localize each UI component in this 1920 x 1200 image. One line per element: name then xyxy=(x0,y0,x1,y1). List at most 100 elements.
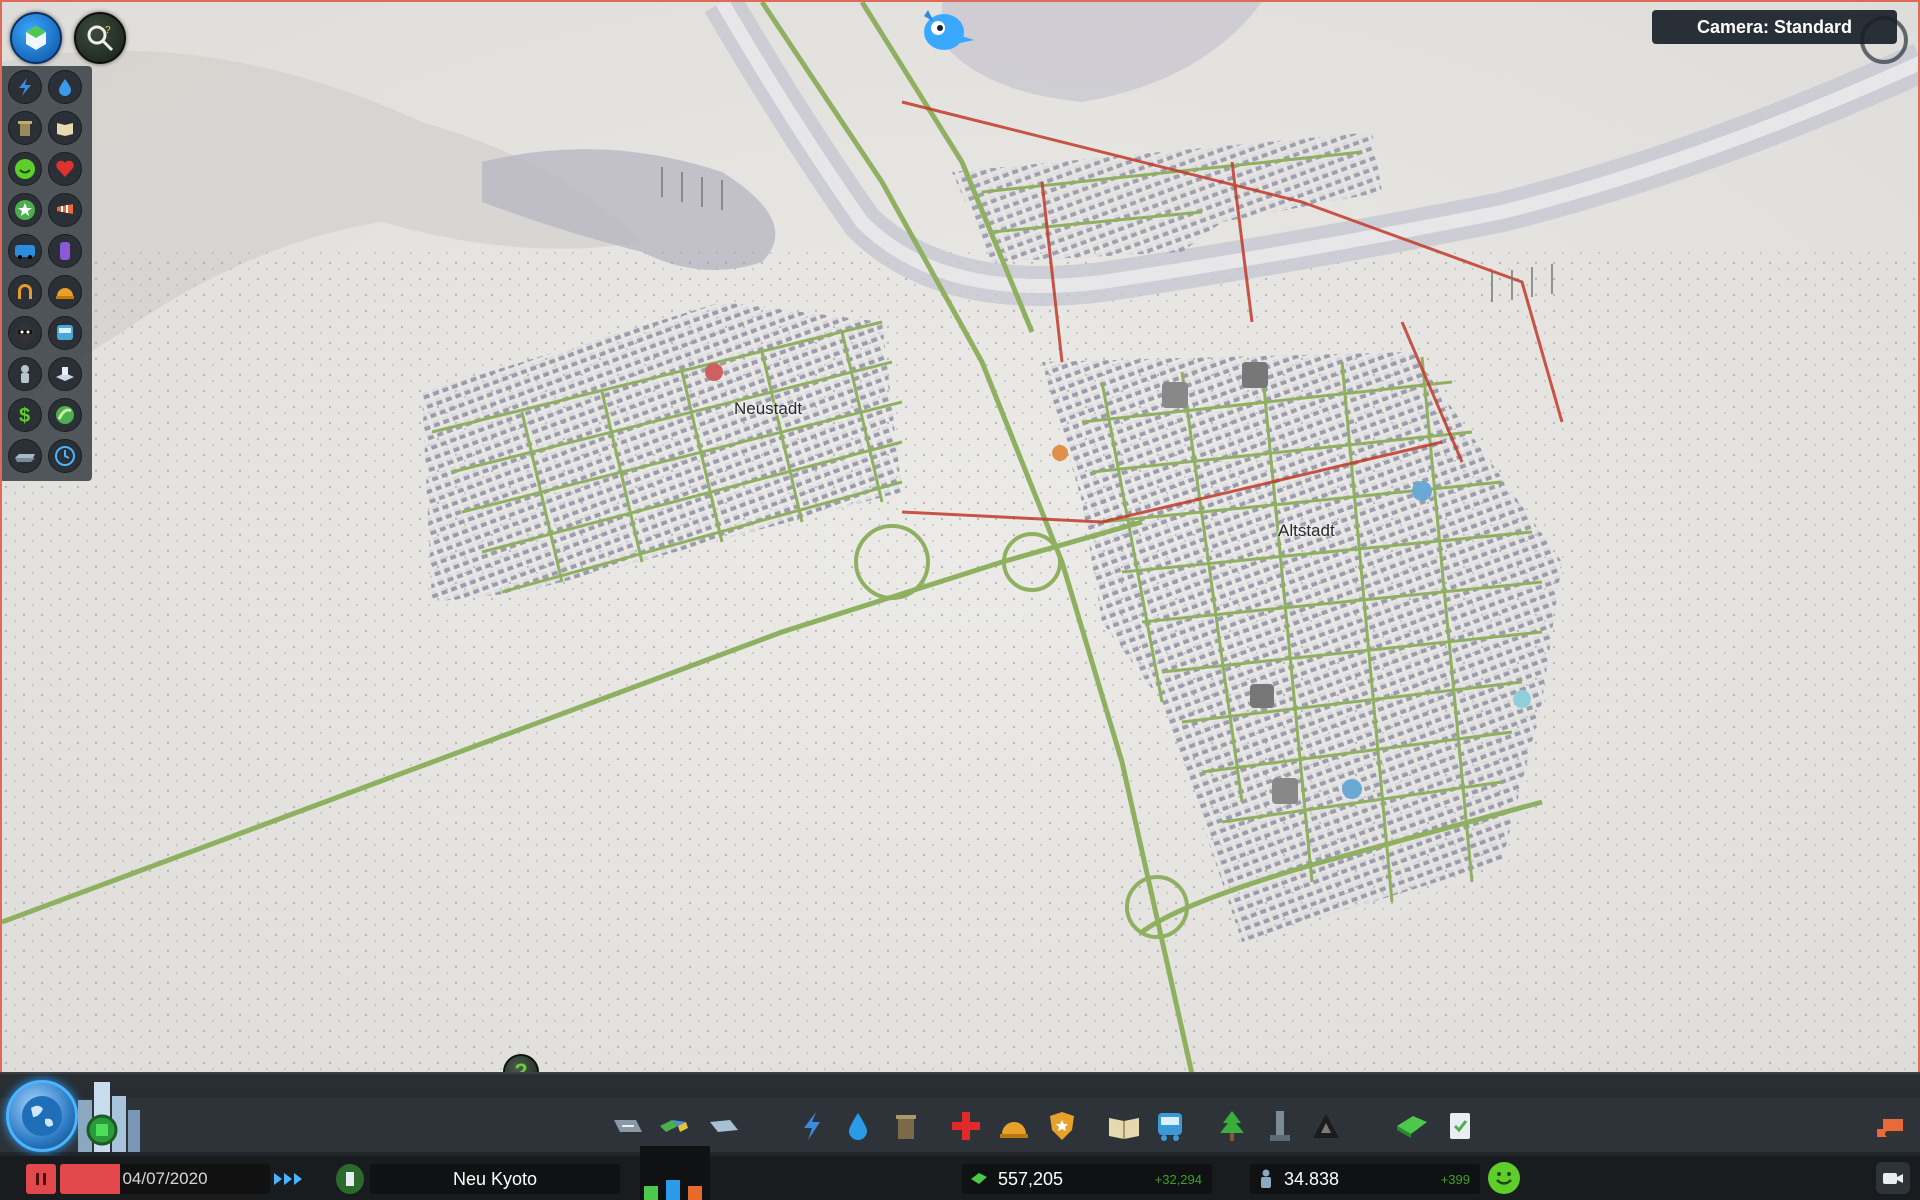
status-bar: 04/07/2020 Neu Kyoto 557,205 +32,294 34.… xyxy=(0,1146,1920,1200)
zoning-icon xyxy=(660,1120,688,1132)
info-views-panel: $ xyxy=(2,66,92,481)
crime-icon xyxy=(16,324,34,342)
date-display: 04/07/2020 xyxy=(60,1164,270,1194)
industrial-demand-bar xyxy=(688,1186,702,1200)
milestone-icon xyxy=(346,1172,354,1186)
land-value-info-button[interactable] xyxy=(48,357,82,391)
natural-resources-icon xyxy=(56,406,74,424)
electricity-icon xyxy=(19,78,31,96)
info-views-button[interactable]: ? xyxy=(74,12,126,64)
bulldozer-icon xyxy=(1877,1119,1907,1137)
parks-button[interactable] xyxy=(1214,1108,1250,1144)
wind-info-button[interactable] xyxy=(48,193,82,227)
economy-button[interactable] xyxy=(1394,1108,1430,1144)
electricity-info-button[interactable] xyxy=(8,70,42,104)
money-value: 557,205 xyxy=(998,1168,1064,1189)
outside-connections-info-button[interactable] xyxy=(8,439,42,473)
camera-icon xyxy=(1883,1173,1903,1184)
population-icon xyxy=(21,365,29,383)
map-viewport[interactable]: Neustadt Altstadt ? $ Camera: Standard xyxy=(0,0,1920,1072)
education-icon xyxy=(1109,1118,1139,1139)
education-info-button[interactable] xyxy=(48,111,82,145)
outside-connections-icon xyxy=(15,454,35,462)
milestone-button[interactable] xyxy=(336,1164,364,1194)
education-icon xyxy=(57,123,73,136)
noise-info-button[interactable] xyxy=(48,234,82,268)
electricity-icon xyxy=(804,1112,820,1140)
level-icon xyxy=(15,200,35,220)
water-button[interactable] xyxy=(840,1108,876,1144)
fast-forward-icon xyxy=(274,1173,302,1185)
commercial-demand-bar xyxy=(666,1180,680,1200)
traffic-info-button[interactable] xyxy=(8,234,42,268)
rci-demand-meter[interactable] xyxy=(640,1146,710,1200)
fire-hazard-info-button[interactable] xyxy=(48,275,82,309)
parks-icon xyxy=(1220,1111,1244,1141)
city-name-field[interactable]: Neu Kyoto xyxy=(370,1164,620,1194)
happiness-indicator[interactable] xyxy=(1488,1162,1520,1194)
money-icon: $ xyxy=(19,405,30,426)
screenshot-button[interactable] xyxy=(1876,1162,1910,1194)
fire-helmet-icon xyxy=(56,288,74,299)
population-value: 34.838 xyxy=(1284,1168,1340,1189)
terrain-map[interactable] xyxy=(2,2,1920,1072)
public-transport-icon xyxy=(57,325,73,340)
bottom-bar: 04/07/2020 Neu Kyoto 557,205 +32,294 34.… xyxy=(0,1072,1920,1200)
level-info-button[interactable] xyxy=(8,193,42,227)
unlock-button[interactable] xyxy=(10,12,62,64)
district-label-altstadt[interactable]: Altstadt xyxy=(1278,521,1335,541)
fire-department-button[interactable] xyxy=(996,1108,1032,1144)
money-info-button[interactable]: $ xyxy=(8,398,42,432)
bulldozer-button[interactable] xyxy=(1874,1108,1910,1144)
money-panel[interactable]: 557,205 +32,294 xyxy=(962,1164,1212,1194)
districts-icon xyxy=(710,1120,738,1132)
district-label-neustadt[interactable]: Neustadt xyxy=(734,399,802,419)
traffic-icon xyxy=(15,245,35,259)
camera-mode-label[interactable]: Camera: Standard xyxy=(1652,10,1897,44)
chirper-bird-icon[interactable] xyxy=(916,6,976,56)
zoning-button[interactable] xyxy=(656,1108,692,1144)
districts-button[interactable] xyxy=(706,1108,742,1144)
policies-icon xyxy=(1450,1113,1470,1139)
garbage-button[interactable] xyxy=(888,1108,924,1144)
education-button[interactable] xyxy=(1106,1108,1142,1144)
healthcare-icon xyxy=(952,1112,980,1140)
build-toolbar xyxy=(0,1098,1920,1152)
freecamera-globe-button[interactable] xyxy=(6,1080,78,1152)
speed-button[interactable] xyxy=(272,1164,306,1194)
happiness-info-button[interactable] xyxy=(8,152,42,186)
pause-button[interactable] xyxy=(26,1164,56,1194)
monuments-icon xyxy=(1270,1111,1290,1141)
garbage-info-button[interactable] xyxy=(8,111,42,145)
transport-icon xyxy=(1158,1113,1182,1141)
police-icon xyxy=(1050,1112,1074,1140)
population-icon xyxy=(1261,1169,1271,1188)
police-button[interactable] xyxy=(1044,1108,1080,1144)
roads-icon xyxy=(614,1120,642,1132)
city-info-skyline-icon[interactable] xyxy=(70,1074,170,1156)
water-info-button[interactable] xyxy=(48,70,82,104)
time-icon xyxy=(55,446,75,466)
svg-text:?: ? xyxy=(105,25,111,36)
landscaping-icon xyxy=(1313,1114,1339,1138)
land-value-icon xyxy=(56,367,74,381)
policies-button[interactable] xyxy=(1442,1108,1478,1144)
fire-info-button[interactable] xyxy=(8,275,42,309)
money-delta: +32,294 xyxy=(1154,1171,1202,1187)
healthcare-button[interactable] xyxy=(948,1108,984,1144)
residential-demand-bar xyxy=(644,1186,658,1200)
population-panel[interactable]: 34.838 +399 xyxy=(1250,1164,1480,1194)
noise-icon xyxy=(60,242,70,260)
public-transport-info-button[interactable] xyxy=(48,316,82,350)
unique-buildings-button[interactable] xyxy=(1262,1108,1298,1144)
public-transport-button[interactable] xyxy=(1152,1108,1188,1144)
crime-info-button[interactable] xyxy=(8,316,42,350)
population-info-button[interactable] xyxy=(8,357,42,391)
time-info-button[interactable] xyxy=(48,439,82,473)
landscaping-button[interactable] xyxy=(1308,1108,1344,1144)
natural-resources-info-button[interactable] xyxy=(48,398,82,432)
water-icon xyxy=(849,1113,867,1140)
health-info-button[interactable] xyxy=(48,152,82,186)
electricity-button[interactable] xyxy=(794,1108,830,1144)
roads-button[interactable] xyxy=(610,1108,646,1144)
